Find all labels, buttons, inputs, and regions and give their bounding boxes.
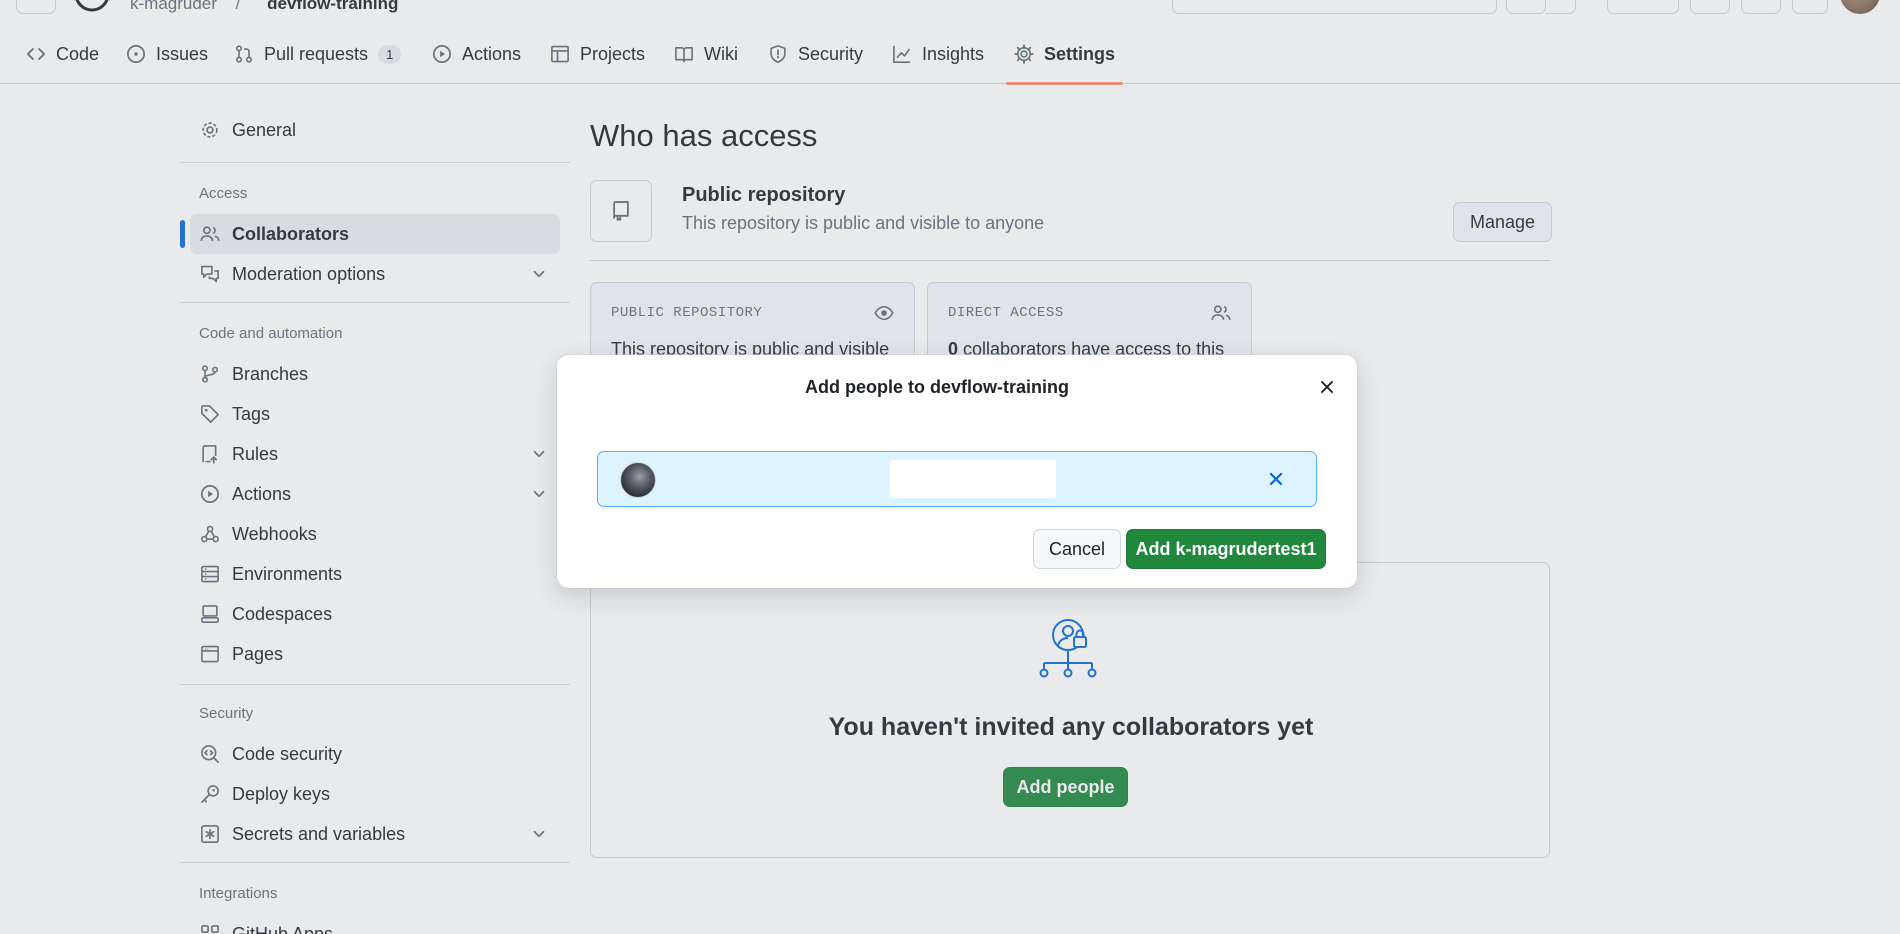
selected-user-name-redacted: [890, 460, 1056, 498]
remove-user-icon[interactable]: [1266, 469, 1286, 489]
dialog-title: Add people to devflow-training: [805, 377, 1069, 397]
close-icon: [1321, 381, 1333, 393]
cancel-button[interactable]: Cancel: [1033, 529, 1122, 569]
selected-user-avatar: [620, 462, 656, 498]
close-button[interactable]: [1315, 375, 1339, 399]
add-people-dialog: Add people to devflow-training Cancel Ad…: [557, 355, 1357, 588]
selected-user-row: [597, 451, 1317, 507]
add-collaborator-button[interactable]: Add k-magrudertest1: [1126, 529, 1326, 569]
